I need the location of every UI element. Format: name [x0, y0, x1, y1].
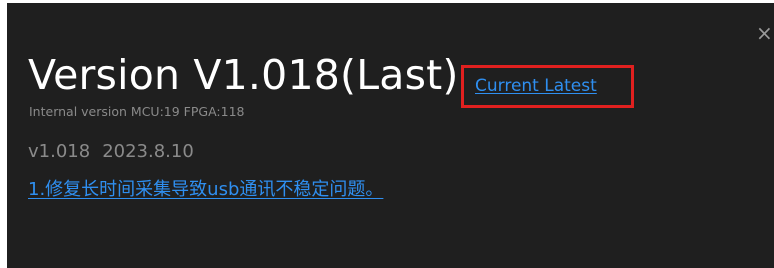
change-note-link[interactable]: 1.修复长时间采集导致usb通讯不稳定问题。 [28, 177, 383, 203]
release-info: v1.018 2023.8.10 [28, 140, 194, 164]
version-title: Version V1.018(Last) [28, 51, 459, 99]
close-icon[interactable]: × [756, 23, 774, 43]
release-date: 2023.8.10 [102, 141, 194, 162]
internal-version-text: Internal version MCU:19 FPGA:118 [29, 104, 245, 119]
version-dialog: × Version V1.018(Last) Current Latest In… [7, 3, 774, 268]
current-latest-link[interactable]: Current Latest [475, 75, 597, 97]
release-version: v1.018 [28, 141, 91, 162]
